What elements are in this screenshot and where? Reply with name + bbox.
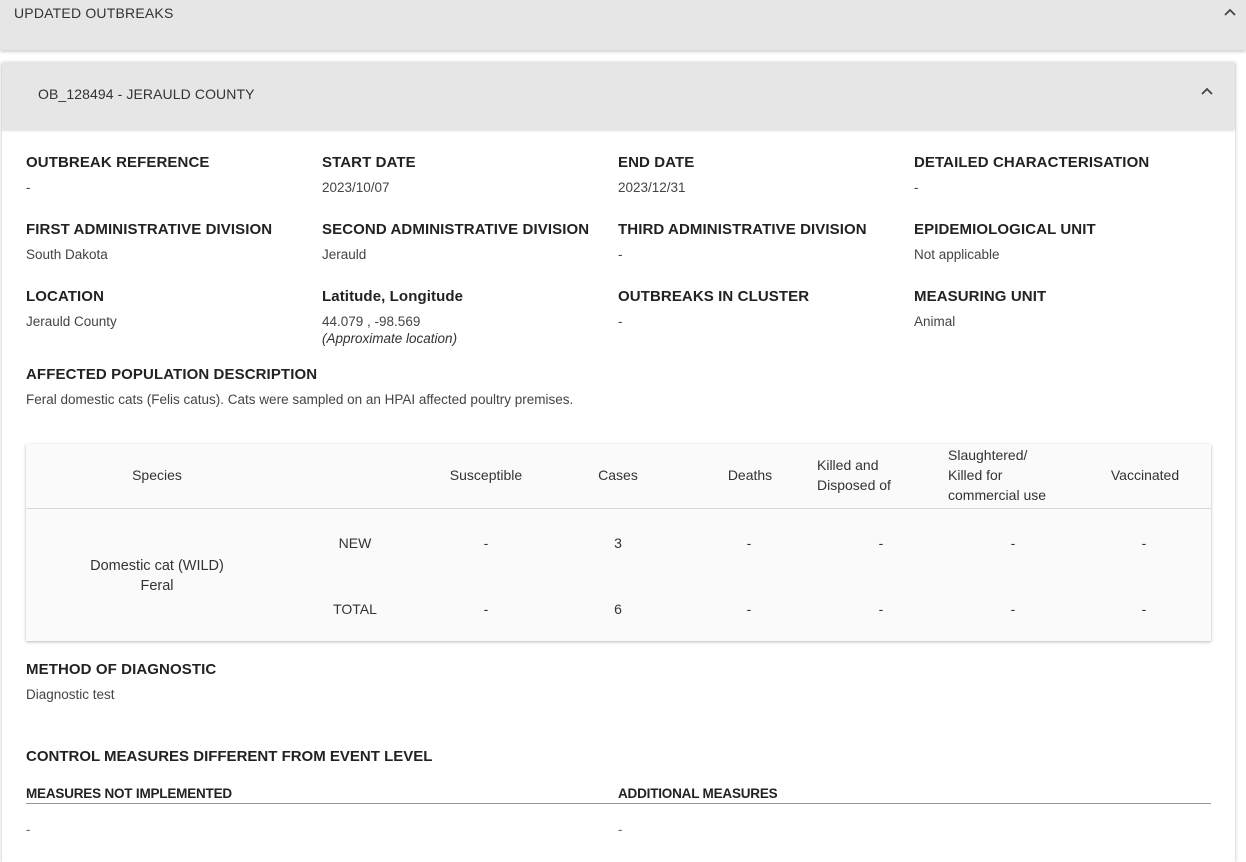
field-label: MEASURING UNIT [914, 288, 1047, 305]
row-total-label: TOTAL [333, 601, 377, 617]
field-value: Feral domestic cats (Felis catus). Cats … [26, 392, 574, 407]
field-label: METHOD OF DIAGNOSTIC [26, 661, 217, 678]
field-value: Jerauld [322, 247, 367, 262]
field-start-date: START DATE 2023/10/07 [322, 154, 416, 195]
field-value: 2023/12/31 [618, 180, 686, 195]
field-end-date: END DATE 2023/12/31 [618, 154, 694, 195]
field-epidemiological-unit: EPIDEMIOLOGICAL UNIT Not applicable [914, 221, 1096, 262]
field-outbreaks-in-cluster: OUTBREAKS IN CLUSTER - [618, 288, 809, 329]
th-deaths: Deaths [727, 467, 773, 483]
outbreak-card: OB_128494 - JERAULD COUNTY OUTBREAK REFE… [2, 62, 1235, 862]
field-label: LOCATION [26, 288, 105, 305]
cell-new-susceptible: - [483, 535, 489, 551]
field-label: START DATE [322, 154, 416, 171]
th-cases: Cases [598, 467, 638, 483]
additional-measures-label: ADDITIONAL MEASURES [618, 786, 778, 801]
field-measuring-unit: MEASURING UNIT Animal [914, 288, 1046, 329]
species-cell: Domestic cat (WILD) Feral [90, 556, 224, 596]
control-measures-heading: CONTROL MEASURES DIFFERENT FROM EVENT LE… [26, 748, 433, 765]
field-label: FIRST ADMINISTRATIVE DIVISION [26, 221, 273, 238]
th-vaccinated: Vaccinated [1110, 467, 1180, 483]
cell-total-cases: 6 [614, 601, 622, 617]
field-value: 2023/10/07 [322, 180, 390, 195]
cell-new-deaths: - [746, 535, 752, 551]
field-location: LOCATION Jerauld County [26, 288, 117, 329]
field-detailed-characterisation: DETAILED CHARACTERISATION - [914, 154, 1149, 195]
th-killed-line2: Disposed of [817, 477, 891, 493]
cell-total-deaths: - [746, 601, 752, 617]
field-label: DETAILED CHARACTERISATION [914, 154, 1150, 171]
field-value: - [618, 247, 623, 262]
species-subtype: Feral [140, 578, 174, 594]
table-header: Species Susceptible Cases Deaths Killed … [26, 444, 1211, 509]
field-method-of-diagnostic: METHOD OF DIAGNOSTIC Diagnostic test [26, 661, 216, 702]
field-label: THIRD ADMINISTRATIVE DIVISION [618, 221, 867, 238]
cell-new-slaughtered: - [1010, 535, 1016, 551]
th-slaughtered-line2: Killed for [948, 467, 1003, 483]
measures-not-implemented-label: MEASURES NOT IMPLEMENTED [26, 786, 232, 801]
field-value: - [618, 314, 623, 329]
th-slaughtered: Slaughtered/ Killed for commercial use [948, 445, 1046, 505]
outbreak-title: OB_128494 - JERAULD COUNTY [38, 86, 255, 102]
approximate-location-note: (Approximate location) [322, 331, 458, 346]
field-value: Not applicable [914, 247, 1000, 262]
field-value: Jerauld County [26, 314, 117, 329]
field-third-admin-division: THIRD ADMINISTRATIVE DIVISION - [618, 221, 867, 262]
field-value: Animal [914, 314, 956, 329]
cell-total-slaughtered: - [1010, 601, 1016, 617]
chevron-up-icon[interactable] [1199, 83, 1215, 99]
th-slaughtered-line1: Slaughtered/ [948, 447, 1028, 463]
field-label: SECOND ADMINISTRATIVE DIVISION [322, 221, 590, 238]
species-name: Domestic cat (WILD) [90, 558, 224, 574]
field-value: South Dakota [26, 247, 108, 262]
th-slaughtered-line3: commercial use [948, 487, 1047, 503]
additional-measures-value: - [618, 822, 623, 837]
outbreak-card-header[interactable]: OB_128494 - JERAULD COUNTY [2, 62, 1235, 129]
measures-not-implemented-value: - [26, 822, 31, 837]
field-label: OUTBREAKS IN CLUSTER [618, 288, 810, 305]
quantitative-data-table: Species Susceptible Cases Deaths Killed … [26, 444, 1211, 641]
field-label: AFFECTED POPULATION DESCRIPTION [26, 366, 318, 383]
field-value: - [914, 180, 919, 195]
field-value: - [26, 180, 31, 195]
cell-new-cases: 3 [614, 535, 622, 551]
th-killed-line1: Killed and [817, 457, 879, 473]
chevron-up-icon[interactable] [1222, 4, 1238, 20]
field-first-admin-division: FIRST ADMINISTRATIVE DIVISION South Dako… [26, 221, 272, 262]
cell-new-killed: - [878, 535, 884, 551]
field-label: EPIDEMIOLOGICAL UNIT [914, 221, 1096, 238]
cell-total-killed: - [878, 601, 884, 617]
th-susceptible: Susceptible [449, 467, 523, 483]
row-new-label: NEW [338, 535, 372, 551]
field-lat-long: Latitude, Longitude 44.079 , -98.569 (Ap… [322, 288, 463, 346]
field-outbreak-reference: OUTBREAK REFERENCE - [26, 154, 209, 195]
th-killed-disposed: Killed and Disposed of [817, 455, 891, 495]
th-species: Species [132, 467, 182, 483]
field-label: END DATE [618, 154, 695, 171]
cell-new-vaccinated: - [1141, 535, 1147, 551]
divider [26, 803, 1211, 804]
field-value: Diagnostic test [26, 687, 115, 702]
updated-outbreaks-header[interactable]: UPDATED OUTBREAKS [0, 0, 1246, 50]
field-label: OUTBREAK REFERENCE [26, 154, 210, 171]
cell-total-susceptible: - [483, 601, 489, 617]
cell-total-vaccinated: - [1141, 601, 1147, 617]
field-affected-population: AFFECTED POPULATION DESCRIPTION Feral do… [26, 366, 573, 407]
field-value: 44.079 , -98.569 [322, 314, 421, 329]
field-second-admin-division: SECOND ADMINISTRATIVE DIVISION Jerauld [322, 221, 589, 262]
field-label: Latitude, Longitude [322, 288, 464, 305]
section-title: UPDATED OUTBREAKS [14, 5, 174, 21]
